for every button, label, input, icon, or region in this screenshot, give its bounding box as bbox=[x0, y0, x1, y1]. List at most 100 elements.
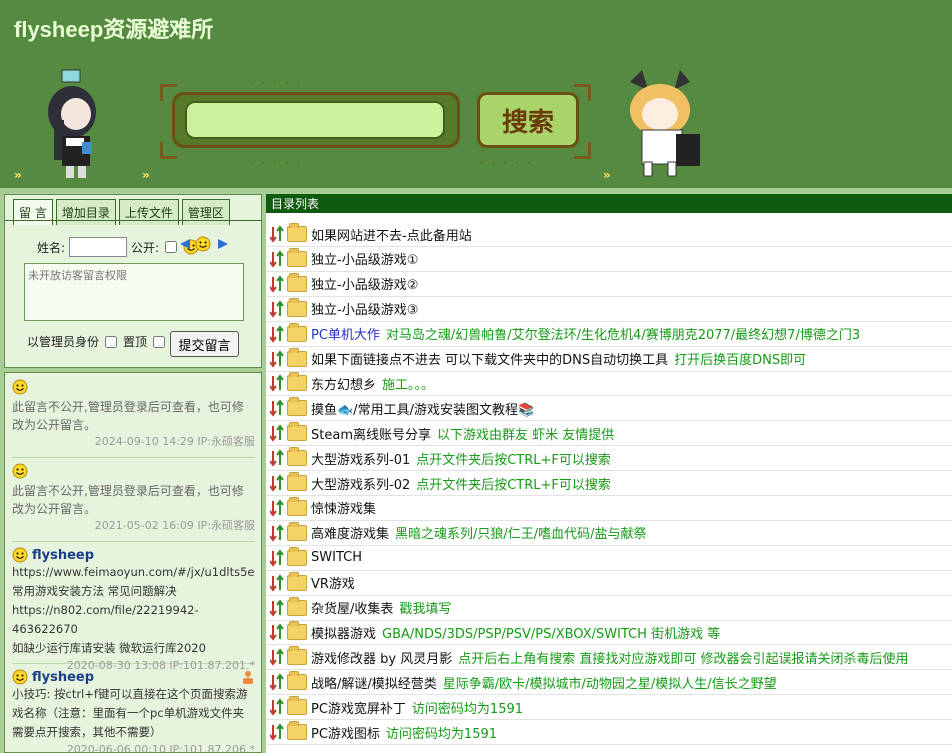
directory-entry[interactable]: 东方幻想乡 施工。。。 bbox=[269, 371, 435, 395]
directory-entry-description: 星际争霸/欧卡/模拟城市/动物园之星/模拟人生/信长之野望 bbox=[442, 676, 777, 692]
sort-arrows-icon[interactable] bbox=[269, 275, 284, 293]
directory-entry[interactable]: 摸鱼🐟/常用工具/游戏安装图文教程📚 bbox=[269, 396, 534, 420]
sort-arrows-icon[interactable] bbox=[269, 598, 284, 617]
directory-entry-name[interactable]: 大型游戏系列-01 bbox=[311, 449, 410, 468]
sort-arrows-icon[interactable] bbox=[269, 499, 284, 517]
folder-icon bbox=[287, 546, 307, 566]
directory-entry[interactable]: 游戏修改器 by 风灵月影 点开后右上角有搜索 直接找对应游戏即可 修改器会引起误… bbox=[269, 645, 908, 669]
directory-entry-name[interactable]: 如果下面链接点不进去 可以下载文件夹中的DNS自动切换工具 bbox=[311, 349, 668, 368]
directory-entry[interactable]: 如果下面链接点不进去 可以下载文件夹中的DNS自动切换工具 打开后换百度DNS即可 bbox=[269, 347, 807, 371]
directory-entry[interactable]: 模拟器游戏 GBA/NDS/3DS/PSP/PSV/PS/XBOX/SWITCH … bbox=[269, 620, 720, 644]
directory-entry-name[interactable]: 独立-小品级游戏③ bbox=[311, 299, 418, 318]
directory-entry[interactable]: PC单机大作 对马岛之魂/幻兽帕鲁/艾尔登法环/生化危机4/赛博朋克2077/最终… bbox=[269, 322, 860, 346]
directory-entry[interactable]: 独立-小品级游戏③ bbox=[269, 297, 418, 321]
submit-message-button[interactable]: 提交留言 bbox=[170, 331, 239, 357]
directory-entry[interactable]: 杂货屋/收集表 戳我填写 bbox=[269, 596, 451, 620]
directory-entry-name[interactable]: PC单机大作 bbox=[311, 324, 380, 343]
directory-entry-name[interactable]: 游戏修改器 by 风灵月影 bbox=[311, 648, 452, 667]
folder-icon bbox=[287, 297, 307, 317]
folder-icon bbox=[287, 447, 307, 467]
sort-arrows-icon[interactable] bbox=[269, 349, 284, 368]
site-title[interactable]: flysheep资源避难所 bbox=[14, 12, 213, 44]
directory-list-header: 目录列表 bbox=[266, 194, 952, 213]
directory-list-panel: 目录列表 如果网站进不去-点此备用站 独立-小品级游戏① 独立-小品级游戏② 独立-小… bbox=[266, 194, 952, 753]
next-emoji-icon[interactable] bbox=[217, 238, 229, 250]
directory-entry-name[interactable]: Steam离线账号分享 bbox=[311, 424, 431, 443]
directory-entry[interactable]: 战略/解谜/模拟经营类 星际争霸/欧卡/模拟城市/动物园之星/模拟人生/信长之野望 bbox=[269, 670, 777, 694]
chevron-icon: » bbox=[14, 168, 22, 182]
directory-entry[interactable]: 高难度游戏集 黑暗之魂系列/只狼/仁王/嗜血代码/盐与献祭 bbox=[269, 521, 647, 545]
message-textarea[interactable] bbox=[24, 263, 244, 321]
directory-entry-description: 访问密码均为1591 bbox=[411, 701, 524, 717]
sort-arrows-icon[interactable] bbox=[269, 698, 284, 716]
directory-entry-name[interactable]: VR游戏 bbox=[311, 573, 355, 592]
sort-arrows-icon[interactable] bbox=[269, 524, 284, 542]
admin-checkbox[interactable] bbox=[105, 335, 118, 348]
directory-entry[interactable]: PC游戏图标 访问密码均为1591 bbox=[269, 720, 497, 744]
sort-arrows-icon[interactable] bbox=[269, 374, 284, 393]
sort-arrows-icon[interactable] bbox=[269, 250, 284, 268]
sort-arrows-icon[interactable] bbox=[269, 573, 284, 592]
smiley-icon[interactable] bbox=[195, 236, 211, 252]
directory-entry-name[interactable]: 独立-小品级游戏① bbox=[311, 249, 418, 268]
folder-icon bbox=[287, 347, 307, 367]
directory-entry[interactable]: 如果网站进不去-点此备用站 bbox=[269, 222, 472, 246]
directory-entry-name[interactable]: 独立-小品级游戏② bbox=[311, 274, 418, 293]
smiley-icon bbox=[12, 379, 28, 395]
directory-entry-name[interactable]: 摸鱼🐟/常用工具/游戏安装图文教程📚 bbox=[311, 399, 534, 418]
search-input[interactable] bbox=[185, 101, 445, 139]
directory-entry-description: 施工。。。 bbox=[382, 377, 435, 393]
directory-entry[interactable]: PC游戏宽屏补丁 访问密码均为1591 bbox=[269, 695, 524, 719]
directory-entry-name[interactable]: 东方幻想乡 bbox=[311, 374, 376, 393]
directory-entry-name[interactable]: 杂货屋/收集表 bbox=[311, 598, 393, 617]
sort-arrows-icon[interactable] bbox=[269, 324, 284, 343]
sort-arrows-icon[interactable] bbox=[269, 474, 284, 492]
sort-arrows-icon[interactable] bbox=[269, 424, 284, 442]
directory-entry-name[interactable]: 战略/解谜/模拟经营类 bbox=[311, 673, 437, 692]
admin-label: 以管理员身份 bbox=[27, 335, 100, 349]
directory-entry-name[interactable]: 惊悚游戏集 bbox=[311, 498, 376, 517]
sort-arrows-icon[interactable] bbox=[269, 723, 284, 741]
sort-arrows-icon[interactable] bbox=[269, 225, 284, 243]
directory-entry[interactable]: 大型游戏系列-02 点开文件夹后按CTRL+F可以搜索 bbox=[269, 471, 611, 495]
directory-entry-description: 打开后换百度DNS即可 bbox=[674, 353, 807, 368]
tab-admin[interactable]: 管理区 bbox=[181, 199, 230, 225]
comment-line: 戏名称（注意：里面有一个pc单机游戏文件夹 bbox=[12, 706, 245, 720]
directory-entry[interactable]: VR游戏 bbox=[269, 571, 355, 595]
sort-arrows-icon[interactable] bbox=[269, 623, 284, 642]
sort-arrows-icon[interactable] bbox=[269, 648, 284, 666]
prev-emoji-icon[interactable] bbox=[179, 238, 191, 250]
directory-entry[interactable]: 独立-小品级游戏① bbox=[269, 247, 418, 271]
directory-entry[interactable]: 大型游戏系列-01 点开文件夹后按CTRL+F可以搜索 bbox=[269, 446, 611, 470]
tab-upload-file[interactable]: 上传文件 bbox=[118, 199, 179, 225]
sort-arrows-icon[interactable] bbox=[269, 549, 284, 567]
directory-entry-name[interactable]: 大型游戏系列-02 bbox=[311, 474, 410, 493]
sort-arrows-icon[interactable] bbox=[269, 300, 284, 318]
comment-link[interactable]: https://www.feimaoyun.com/#/jx/u1dlts5e bbox=[12, 563, 255, 582]
directory-entry-name[interactable]: 高难度游戏集 bbox=[311, 523, 389, 542]
directory-entry-name[interactable]: PC游戏宽屏补丁 bbox=[311, 698, 406, 717]
pin-checkbox[interactable] bbox=[153, 335, 166, 348]
public-checkbox[interactable] bbox=[165, 241, 178, 253]
folder-icon bbox=[287, 621, 307, 641]
sort-arrows-icon[interactable] bbox=[269, 399, 284, 417]
directory-entry[interactable]: 独立-小品级游戏② bbox=[269, 272, 418, 296]
comment-link[interactable]: https://n802.com/file/22219942-463622670 bbox=[12, 601, 255, 639]
directory-entry-name[interactable]: 模拟器游戏 bbox=[311, 623, 376, 642]
sort-arrows-icon[interactable] bbox=[269, 449, 284, 467]
directory-entry-description: 以下游戏由群友 虾米 友情提供 bbox=[436, 427, 615, 443]
name-input[interactable] bbox=[69, 237, 128, 257]
directory-entry-name[interactable]: SWITCH bbox=[311, 550, 362, 565]
directory-entry[interactable]: Steam离线账号分享 以下游戏由群友 虾米 友情提供 bbox=[269, 421, 615, 445]
pin-label: 置顶 bbox=[123, 335, 148, 349]
directory-entry[interactable]: 惊悚游戏集 bbox=[269, 496, 376, 520]
comment-header: flysheep bbox=[12, 669, 255, 685]
directory-entry[interactable]: SWITCH bbox=[269, 546, 362, 570]
tab-message[interactable]: 留 言 bbox=[13, 199, 53, 225]
directory-entry-name[interactable]: 如果网站进不去-点此备用站 bbox=[311, 225, 472, 244]
folder-icon bbox=[287, 496, 307, 516]
tab-add-directory[interactable]: 增加目录 bbox=[55, 199, 116, 225]
search-button[interactable]: 搜索 bbox=[477, 92, 579, 148]
directory-entry-name[interactable]: PC游戏图标 bbox=[311, 723, 380, 742]
sort-arrows-icon[interactable] bbox=[269, 673, 284, 691]
